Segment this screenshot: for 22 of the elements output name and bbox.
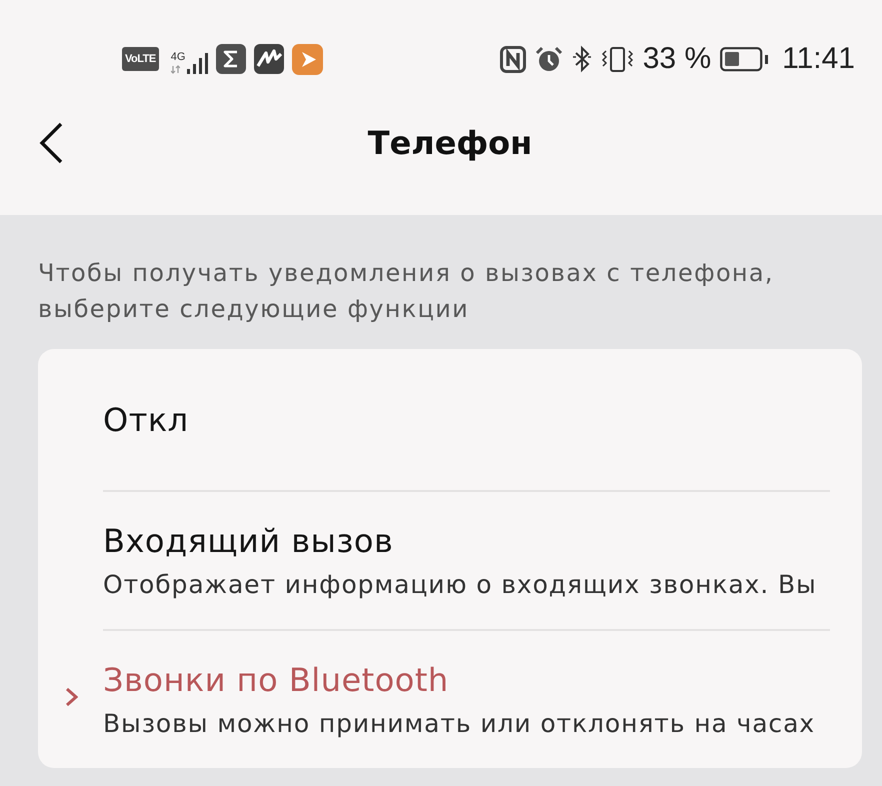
- description-text: Чтобы получать уведомления о вызовах с телефона, выберите следующие функции: [38, 258, 775, 325]
- battery-icon: [720, 46, 770, 72]
- data-arrows-icon: [170, 65, 180, 74]
- network-type-label: 4G: [170, 51, 186, 63]
- page-title: Телефон: [368, 122, 532, 164]
- bluetooth-icon: [572, 45, 592, 73]
- play-app-icon: [292, 44, 324, 74]
- clock-time: 11:41: [782, 42, 855, 76]
- vibrate-icon: [600, 46, 634, 72]
- option-title[interactable]: Откл: [103, 400, 830, 440]
- option-description: Отображает информацию о входящих звонках. Вы: [103, 568, 818, 600]
- battery-percent: 33 %: [642, 42, 712, 76]
- option-description: Вызовы можно принимать или отклонять на часах: [103, 708, 816, 740]
- network-badge: VoLTE: [122, 47, 159, 71]
- option-title[interactable]: Входящий вызов: [103, 520, 830, 560]
- sigma-app-icon: [216, 44, 246, 74]
- chevron-right-icon: [65, 686, 78, 706]
- nfc-icon: [500, 46, 526, 72]
- alarm-clock-icon: [534, 46, 563, 72]
- signal-bars-icon: [187, 53, 208, 74]
- option-title[interactable]: Звонки по Bluetooth: [103, 660, 830, 700]
- zigzag-app-icon: [254, 44, 284, 74]
